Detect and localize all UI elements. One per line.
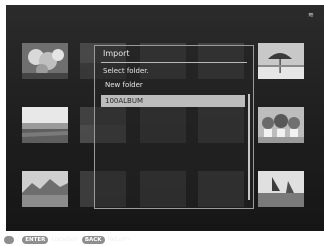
enter-key-badge: ENTER [22, 235, 49, 244]
thumb-potted-plants[interactable] [258, 107, 304, 143]
folder-item-100album[interactable]: 100ALBUM [101, 95, 245, 107]
back-key-badge: BACK [81, 235, 105, 244]
back-action-label: Return [107, 235, 130, 243]
help-bar: / ENTER Location BACK Return [4, 234, 129, 245]
wifi-icon: ≋ [308, 11, 314, 19]
import-dialog: Import Select folder. New folder 100ALBU… [94, 45, 254, 209]
scrollbar-thumb[interactable] [248, 94, 250, 200]
thumb-mountain-lake[interactable] [22, 171, 68, 207]
thumb-seascape[interactable] [22, 107, 68, 143]
enter-action-label: Location [51, 235, 79, 243]
dialog-scrollbar[interactable] [248, 94, 250, 200]
help-separator: / [17, 235, 20, 243]
thumb-flowers[interactable] [22, 43, 68, 79]
dialog-title: Import [103, 49, 130, 58]
dpad-icon [4, 235, 14, 244]
folder-item-new-folder[interactable]: New folder [101, 79, 245, 91]
photo-frame-screen: ≋ Import Select folder. New folder 100AL… [6, 5, 324, 231]
thumb-beach-umbrella[interactable] [258, 43, 304, 79]
thumb-sailboat[interactable] [258, 171, 304, 207]
dialog-prompt: Select folder. [103, 67, 149, 75]
dialog-divider [101, 62, 247, 63]
